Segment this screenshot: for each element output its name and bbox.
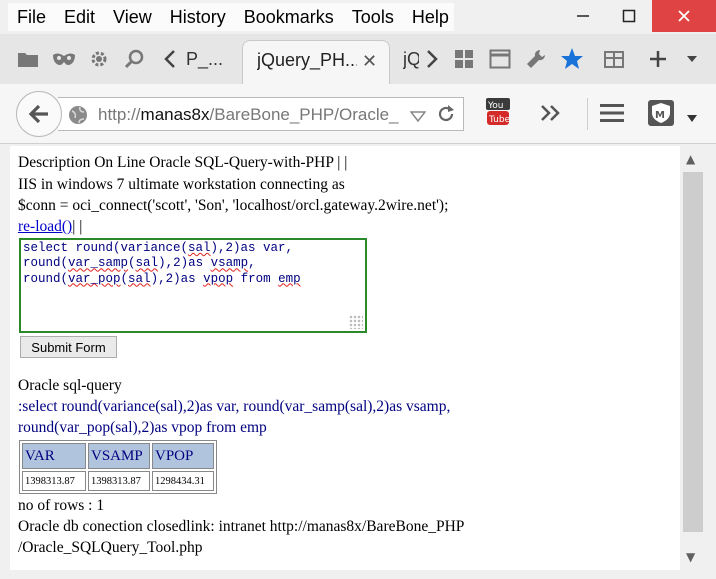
menu-bookmarks[interactable]: Bookmarks — [235, 7, 343, 28]
hamburger-menu-icon[interactable] — [600, 103, 624, 127]
chevron-right-icon[interactable] — [420, 46, 444, 72]
globe-icon — [68, 105, 88, 129]
description-line-2: IIS in windows 7 ultimate workstation co… — [18, 176, 345, 193]
title-bar: File Edit View History Bookmarks Tools H… — [0, 0, 716, 34]
menu-file[interactable]: File — [8, 7, 55, 28]
menu-edit[interactable]: Edit — [55, 7, 104, 28]
sql-query-textarea[interactable]: select round(variance(sal),2)as var, rou… — [19, 238, 367, 333]
connection-closed-line-1: Oracle db conection closedlink: intranet… — [18, 518, 465, 535]
gear-icon[interactable] — [87, 46, 111, 72]
tab-close-icon[interactable]: ✕ — [362, 51, 377, 72]
tab-active-label: jQuery_PH... — [257, 50, 357, 70]
wrench-icon[interactable] — [524, 46, 548, 72]
maximize-icon — [622, 9, 636, 23]
plus-icon[interactable] — [646, 46, 670, 72]
minimize-icon — [577, 15, 589, 17]
table-cell: 1398313.87 — [88, 471, 150, 491]
menu-tools[interactable]: Tools — [343, 7, 403, 28]
chevron-down-icon[interactable] — [680, 46, 704, 72]
window-icon[interactable] — [488, 46, 512, 72]
double-chevron-icon[interactable] — [540, 104, 562, 126]
rows-count: no of rows : 1 — [18, 497, 105, 514]
column-header-vpop: VPOP — [152, 443, 214, 469]
page-content: Description On Line Oracle SQL-Query-wit… — [10, 146, 680, 570]
query-heading: Oracle sql-query — [18, 377, 122, 394]
table-row: 1398313.87 1398313.87 1298434.31 — [22, 471, 214, 491]
reload-separator: | | — [72, 218, 83, 235]
vertical-scrollbar[interactable]: ▲ ▼ — [680, 146, 706, 570]
url-text[interactable]: http://manas8x/BareBone_PHP/Oracle_ — [98, 105, 406, 125]
maximize-button[interactable] — [606, 0, 652, 32]
result-table: VAR VSAMP VPOP 1398313.87 1398313.87 129… — [19, 440, 217, 494]
menu-view[interactable]: View — [104, 7, 161, 28]
menu-help[interactable]: Help — [403, 7, 458, 28]
sql-textarea-content: select round(variance(sal),2)as var, rou… — [21, 240, 365, 288]
back-button[interactable] — [16, 91, 62, 137]
url-prefix: http:// — [98, 105, 141, 124]
table-cell: 1398313.87 — [22, 471, 86, 491]
connection-closed-line-2: /Oracle_SQLQuery_Tool.php — [18, 539, 203, 556]
reload-icon[interactable] — [436, 104, 456, 128]
tab-active[interactable]: jQuery_PH... ✕ — [242, 40, 390, 84]
column-header-var: VAR — [22, 443, 86, 469]
chevron-left-icon[interactable] — [158, 46, 182, 72]
query-text-line-2: round(var_pop(sal),2)as vpop from emp — [18, 419, 267, 436]
nav-bar: http://manas8x/BareBone_PHP/Oracle_ You T… — [0, 84, 716, 144]
sql-line-3: round(var_pop(sal),2)as vpop from emp — [23, 271, 301, 286]
back-arrow-icon — [28, 104, 48, 124]
sql-line-2: round(var_samp(sal),2)as vsamp, — [23, 256, 256, 271]
dropdown-arrow-icon[interactable] — [409, 108, 427, 127]
reload-link[interactable]: re-load() — [18, 218, 72, 235]
url-path: /BareBone_PHP/Oracle_ — [209, 105, 399, 124]
star-icon[interactable] — [560, 46, 584, 72]
nav-divider — [587, 98, 588, 130]
svg-text:You: You — [487, 101, 504, 111]
apps-grid-icon[interactable] — [452, 46, 476, 72]
reload-line: re-load()| | — [18, 218, 82, 236]
close-button[interactable] — [652, 0, 716, 32]
description-line-1: Description On Line Oracle SQL-Query-wit… — [18, 154, 348, 171]
description-line-3: $conn = oci_connect('scott', 'Son', 'loc… — [18, 197, 449, 214]
submit-form-button[interactable]: Submit Form — [20, 336, 117, 358]
url-bar[interactable]: http://manas8x/BareBone_PHP/Oracle_ — [58, 97, 464, 131]
table-header-row: VAR VSAMP VPOP — [22, 443, 214, 469]
scroll-thumb[interactable] — [683, 172, 703, 532]
svg-text:M: M — [655, 110, 665, 121]
tab-right-partial[interactable]: jQ — [403, 49, 419, 70]
table-cell: 1298434.31 — [152, 471, 214, 491]
scroll-down-icon[interactable]: ▼ — [686, 550, 695, 564]
folder-icon[interactable] — [16, 46, 40, 72]
youtube-icon[interactable]: You Tube — [484, 96, 512, 132]
menu-history[interactable]: History — [161, 7, 235, 28]
window-controls — [560, 0, 716, 32]
mask-icon[interactable] — [52, 46, 76, 72]
tab-left-partial[interactable]: P_... — [186, 49, 230, 70]
shield-dropdown-icon[interactable] — [686, 109, 698, 128]
svg-text:Tube: Tube — [488, 115, 511, 125]
column-header-vsamp: VSAMP — [88, 443, 150, 469]
sql-line-1: select round(variance(sal),2)as var, — [23, 241, 294, 255]
search-icon[interactable] — [122, 46, 146, 72]
close-icon — [678, 10, 690, 22]
clipboard-icon[interactable] — [602, 46, 626, 72]
scroll-up-icon[interactable]: ▲ — [686, 152, 695, 166]
shield-icon[interactable]: M — [646, 98, 676, 132]
tab-strip: P_... jQuery_PH... ✕ jQ — [0, 34, 716, 84]
minimize-button[interactable] — [560, 0, 606, 32]
query-text-line-1: :select round(variance(sal),2)as var, ro… — [18, 398, 451, 415]
menu-bar: File Edit View History Bookmarks Tools H… — [8, 3, 454, 31]
url-host: manas8x — [140, 105, 210, 124]
resize-grip[interactable] — [349, 315, 363, 329]
